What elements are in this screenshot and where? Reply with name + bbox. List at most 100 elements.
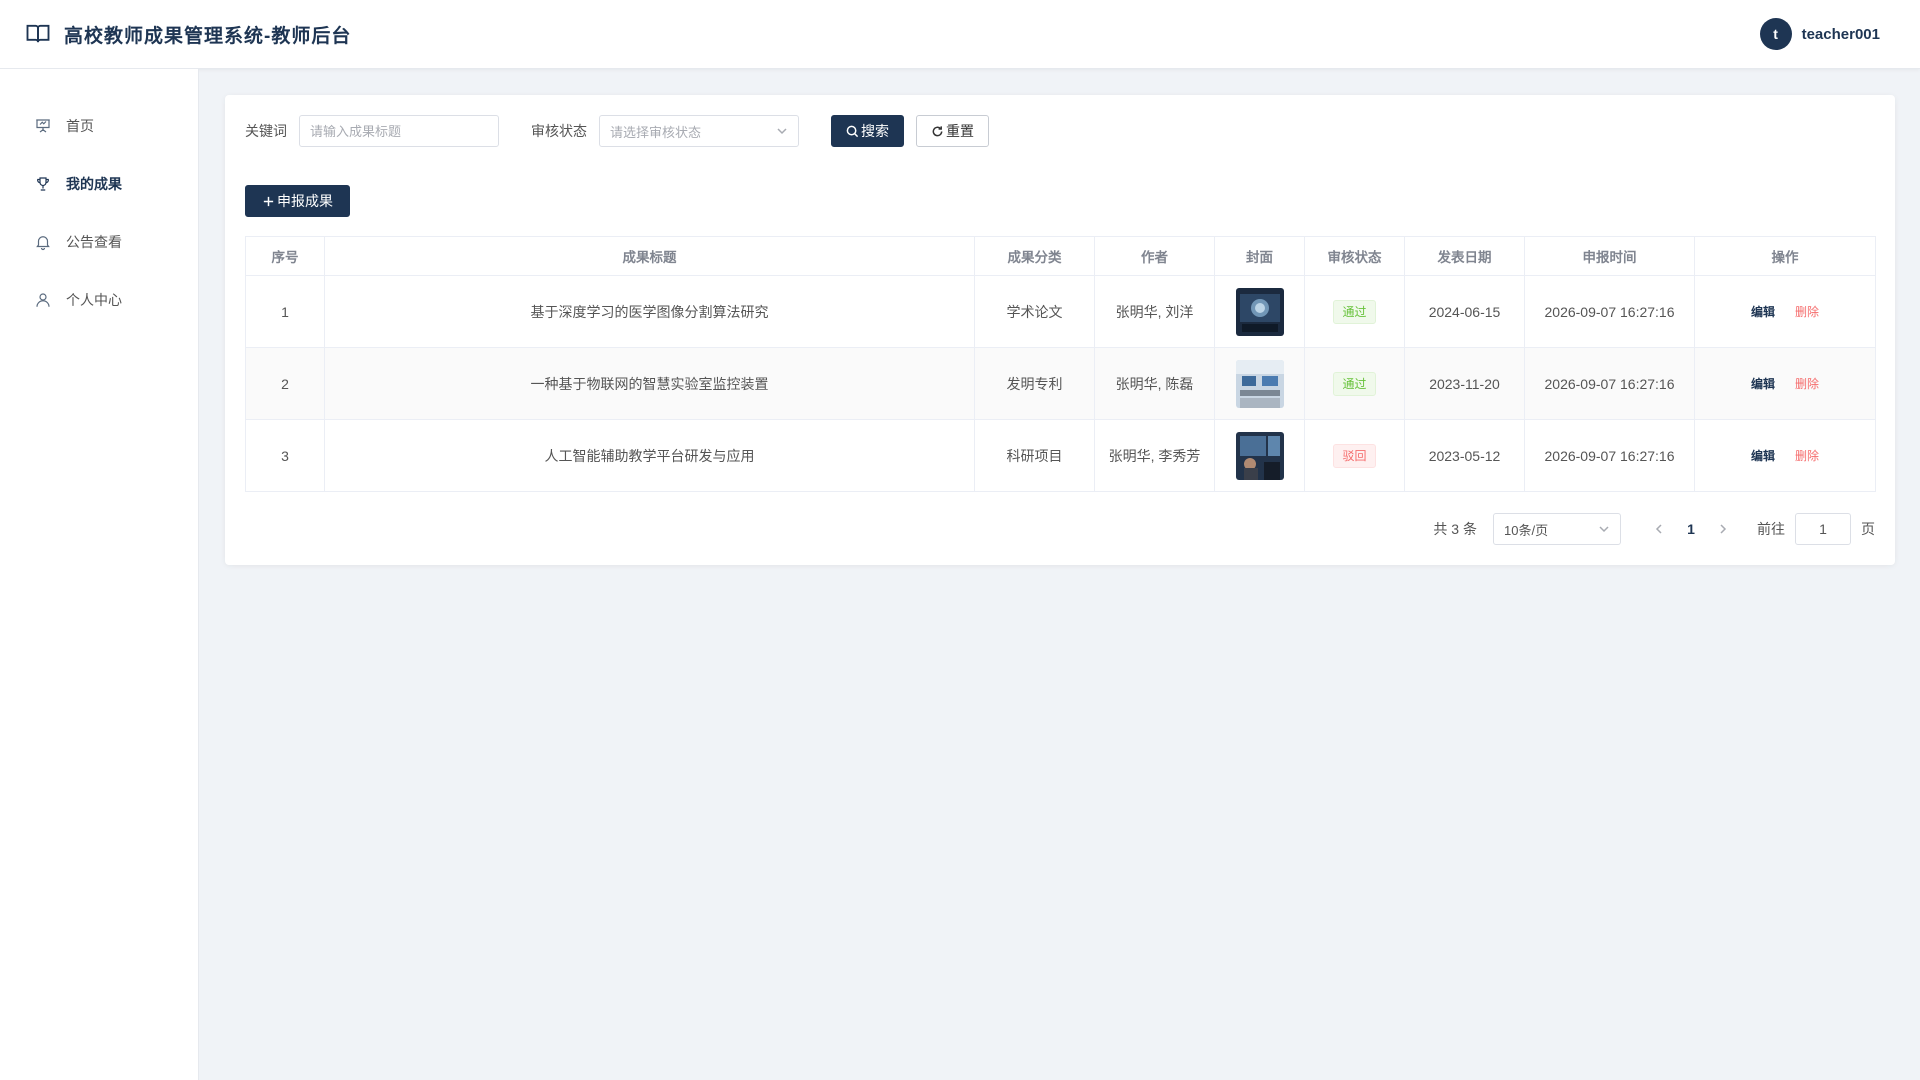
next-page-button[interactable]	[1707, 523, 1739, 535]
add-achievement-button[interactable]: 申报成果	[245, 185, 350, 217]
table-header-row: 序号 成果标题 成果分类 作者 封面 审核状态 发表日期 申报时间 操作	[245, 236, 1876, 276]
cell-authors: 张明华, 李秀芳	[1094, 419, 1215, 492]
chevron-right-icon	[1720, 524, 1727, 534]
cell-actions: 编辑 删除	[1694, 419, 1876, 492]
sidebar-item-announcements[interactable]: 公告查看	[0, 213, 198, 271]
col-header-status: 审核状态	[1304, 236, 1405, 276]
cell-category: 学术论文	[974, 275, 1095, 348]
cell-submit-time: 2026-09-07 16:27:16	[1524, 347, 1695, 420]
cell-authors: 张明华, 陈磊	[1094, 347, 1215, 420]
col-header-actions: 操作	[1694, 236, 1876, 276]
delete-link[interactable]: 删除	[1795, 447, 1819, 464]
col-header-index: 序号	[245, 236, 325, 276]
trophy-icon	[37, 177, 49, 191]
app-title: 高校教师成果管理系统-教师后台	[64, 25, 352, 47]
col-header-category: 成果分类	[974, 236, 1095, 276]
edit-link[interactable]: 编辑	[1751, 375, 1775, 392]
page-suffix: 页	[1861, 521, 1875, 537]
user-icon	[36, 293, 50, 307]
status-badge: 通过	[1333, 371, 1376, 396]
sidebar-item-label: 我的成果	[66, 176, 122, 192]
avatar[interactable]: t	[1759, 18, 1792, 50]
reset-button[interactable]: 重置	[916, 115, 989, 147]
plus-icon	[263, 196, 274, 206]
cover-thumbnail[interactable]	[1235, 287, 1284, 336]
cell-authors: 张明华, 刘洋	[1094, 275, 1215, 348]
cell-index: 3	[245, 419, 325, 492]
sidebar: 首页 我的成果 公告查看 个人中心	[0, 69, 199, 1080]
status-badge: 驳回	[1333, 443, 1376, 468]
cell-actions: 编辑 删除	[1694, 275, 1876, 348]
chevron-left-icon	[1655, 524, 1662, 534]
cell-submit-time: 2026-09-07 16:27:16	[1524, 419, 1695, 492]
presentation-chart-icon	[36, 119, 50, 133]
cell-category: 发明专利	[974, 347, 1095, 420]
keyword-label: 关键词	[245, 123, 287, 139]
bell-icon	[36, 236, 50, 251]
sidebar-item-label: 公告查看	[66, 234, 122, 250]
cell-status: 通过	[1304, 275, 1405, 348]
add-button-label: 申报成果	[277, 193, 333, 209]
status-select[interactable]: 请选择审核状态	[599, 115, 799, 147]
delete-link[interactable]: 删除	[1795, 303, 1819, 320]
sidebar-item-my-achievements[interactable]: 我的成果	[0, 155, 198, 213]
col-header-cover: 封面	[1214, 236, 1305, 276]
cell-index: 1	[245, 275, 325, 348]
cell-status: 驳回	[1304, 419, 1405, 492]
search-button[interactable]: 搜索	[831, 115, 904, 147]
status-label: 审核状态	[531, 123, 587, 139]
cell-submit-time: 2026-09-07 16:27:16	[1524, 275, 1695, 348]
cell-index: 2	[245, 347, 325, 420]
chevron-down-icon	[1599, 526, 1609, 533]
delete-link[interactable]: 删除	[1795, 375, 1819, 392]
sidebar-item-home[interactable]: 首页	[0, 97, 198, 155]
cell-pub-date: 2023-05-12	[1404, 419, 1525, 492]
sidebar-item-label: 首页	[66, 118, 94, 134]
table-row: 1 基于深度学习的医学图像分割算法研究 学术论文 张明华, 刘洋 通过 2024…	[245, 275, 1876, 348]
total-count: 共 3 条	[1433, 521, 1477, 537]
col-header-submit-time: 申报时间	[1524, 236, 1695, 276]
user-menu[interactable]: t teacher001	[1759, 18, 1880, 50]
col-header-authors: 作者	[1094, 236, 1215, 276]
cell-status: 通过	[1304, 347, 1405, 420]
page-size-value: 10条/页	[1504, 522, 1549, 538]
cell-cover	[1214, 275, 1305, 348]
search-icon	[846, 125, 859, 137]
edit-link[interactable]: 编辑	[1751, 303, 1775, 320]
cell-cover	[1214, 347, 1305, 420]
cell-pub-date: 2023-11-20	[1404, 347, 1525, 420]
cover-thumbnail[interactable]	[1235, 359, 1284, 408]
cell-cover	[1214, 419, 1305, 492]
edit-link[interactable]: 编辑	[1751, 447, 1775, 464]
cell-title: 基于深度学习的医学图像分割算法研究	[324, 275, 975, 348]
sidebar-item-label: 个人中心	[66, 292, 122, 308]
username[interactable]: teacher001	[1802, 26, 1880, 43]
table-row: 2 一种基于物联网的智慧实验室监控装置 发明专利 张明华, 陈磊 通过 2023…	[245, 347, 1876, 420]
refresh-icon	[932, 125, 943, 136]
cell-category: 科研项目	[974, 419, 1095, 492]
prev-page-button[interactable]	[1643, 523, 1675, 535]
status-badge: 通过	[1333, 299, 1376, 324]
col-header-title: 成果标题	[324, 236, 975, 276]
search-button-label: 搜索	[861, 123, 889, 139]
chevron-down-icon	[777, 128, 787, 135]
action-bar: 申报成果	[245, 185, 1875, 217]
cell-title: 人工智能辅助教学平台研发与应用	[324, 419, 975, 492]
col-header-pub-date: 发表日期	[1404, 236, 1525, 276]
filter-bar: 关键词 审核状态 请选择审核状态 搜索 重置	[245, 115, 1875, 147]
book-icon	[26, 24, 50, 43]
brand: 高校教师成果管理系统-教师后台	[24, 20, 351, 48]
keyword-input[interactable]	[299, 115, 499, 147]
goto-label: 前往	[1757, 521, 1785, 537]
sidebar-item-profile[interactable]: 个人中心	[0, 271, 198, 329]
achievements-table: 序号 成果标题 成果分类 作者 封面 审核状态 发表日期 申报时间 操作 1 基…	[245, 236, 1876, 492]
table-row: 3 人工智能辅助教学平台研发与应用 科研项目 张明华, 李秀芳 驳回 2023-…	[245, 419, 1876, 492]
page-number-current[interactable]: 1	[1675, 521, 1707, 537]
cell-title: 一种基于物联网的智慧实验室监控装置	[324, 347, 975, 420]
reset-button-label: 重置	[946, 123, 974, 139]
cell-actions: 编辑 删除	[1694, 347, 1876, 420]
cover-thumbnail[interactable]	[1235, 431, 1284, 480]
cell-pub-date: 2024-06-15	[1404, 275, 1525, 348]
page-size-select[interactable]: 10条/页	[1493, 513, 1621, 545]
goto-page-input[interactable]	[1795, 513, 1851, 545]
